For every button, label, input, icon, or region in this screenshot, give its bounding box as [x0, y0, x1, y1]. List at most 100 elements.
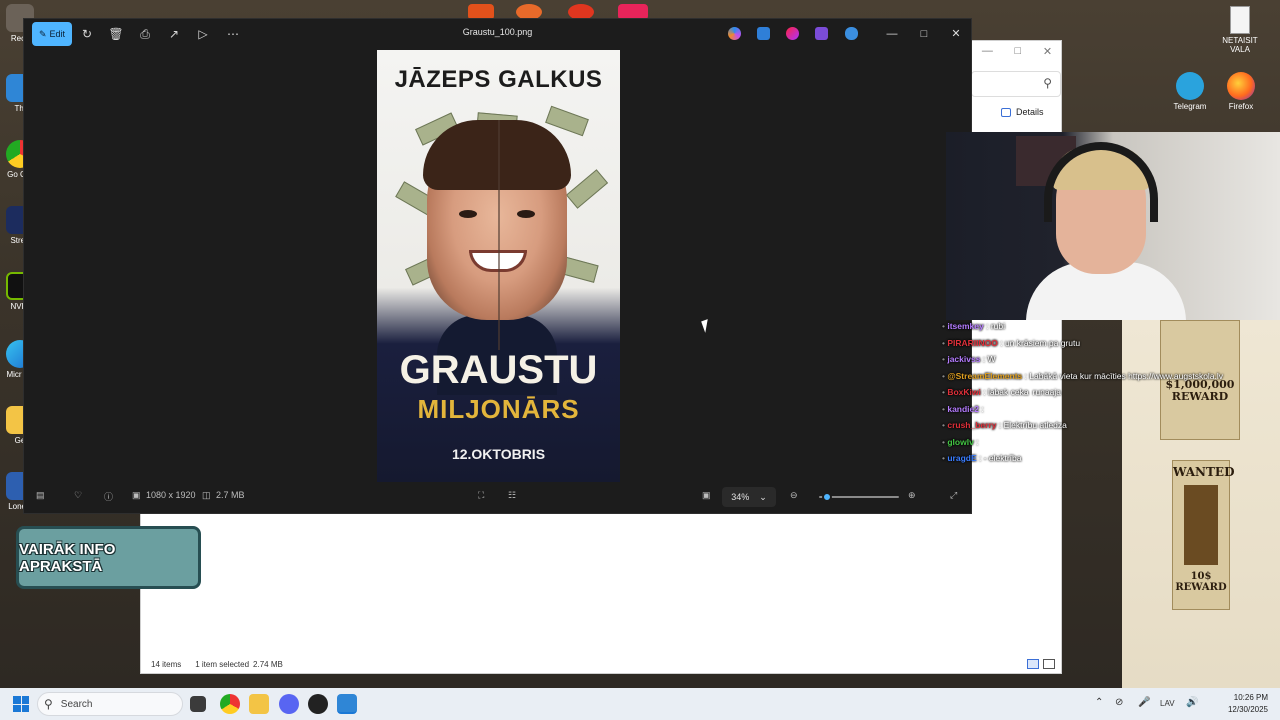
desktop-icon-label: NETAISIT VALA: [1222, 36, 1258, 54]
compare-icon[interactable]: ☷: [508, 490, 516, 501]
chat-text: : un krāsiem pa grutu: [997, 337, 1081, 348]
zoom-level: 34%: [731, 492, 750, 502]
selection-size: 2.74 MB: [253, 660, 283, 669]
explorer-status-bar: 14 items 1 item selected 2.74 MB: [151, 660, 283, 669]
chat-username: kandie2: [947, 403, 979, 414]
chat-message: • itsemkey : rubi: [942, 318, 1262, 335]
obs-icon[interactable]: [308, 694, 328, 714]
chrome-icon[interactable]: [220, 694, 240, 714]
photos-viewer-window[interactable]: ✎ Edit ↻ 🗑 ⎙ ↗ ▷ ⋯ Graustu_100.png — □ ✕…: [23, 18, 972, 514]
close-icon[interactable]: ✕: [1043, 45, 1052, 58]
firefox-icon: [1227, 72, 1255, 100]
zoom-level-dropdown[interactable]: 34% ⌄: [722, 487, 776, 507]
image-preview[interactable]: JĀZEPS GALKUS GRAUSTU MILJONĀRS 12.OKTOB…: [377, 50, 620, 482]
chat-username: itsemkey: [947, 321, 984, 331]
taskbar-search[interactable]: ⚲ Search: [37, 692, 183, 716]
maximize-icon[interactable]: □: [1015, 45, 1022, 57]
file-explorer-icon[interactable]: [249, 694, 269, 714]
microphone-icon[interactable]: 🎤: [1138, 697, 1150, 708]
close-icon[interactable]: ✕: [947, 25, 965, 43]
language-indicator[interactable]: LAV: [1160, 699, 1175, 708]
chat-username: BoxKiwi: [947, 387, 981, 397]
view-switcher: [1027, 659, 1055, 669]
chat-message: • glowlv :: [942, 434, 1262, 451]
telegram-icon: [1176, 72, 1204, 100]
desktop-icon-firefox[interactable]: Firefox: [1221, 72, 1261, 111]
discord-icon[interactable]: [279, 694, 299, 714]
desktop-icon-telegram[interactable]: Telegram: [1170, 72, 1210, 111]
details-label: Details: [1016, 107, 1044, 117]
desktop-icon-netaisit[interactable]: NETAISIT VALA: [1220, 6, 1260, 54]
chevron-up-icon[interactable]: ⌃: [1095, 697, 1103, 708]
time: 10:26 PM: [1233, 693, 1268, 702]
poster-date: 12.OKTOBRIS: [451, 446, 546, 462]
maximize-icon[interactable]: □: [915, 25, 933, 43]
chat-text: : Elektrību atledza: [996, 420, 1067, 430]
selection-count: 1 item selected: [195, 660, 250, 669]
minimize-icon[interactable]: —: [883, 25, 901, 43]
tiles-view-icon[interactable]: [1043, 659, 1055, 669]
task-view-icon[interactable]: [190, 696, 206, 712]
date: 12/30/2025: [1227, 705, 1268, 714]
photos-bottom-bar: ▤ ♡ ⓘ ▣ 1080 x 1920 ◫ 2.7 MB ⛶ ☷ ▣ 34% ⌄…: [24, 481, 971, 513]
details-view-icon[interactable]: [1027, 659, 1039, 669]
zoom-slider-thumb[interactable]: [822, 492, 832, 502]
chat-message: • BoxKiwi : labak ceka runaaja: [942, 384, 1262, 401]
chat-username: jackivss: [947, 354, 981, 364]
clock[interactable]: 10:26 PM 12/30/2025: [1228, 692, 1268, 716]
mouse-cursor: [701, 319, 712, 333]
chat-username: uragdE: [947, 453, 977, 463]
file-name: Graustu_100.png: [462, 27, 533, 37]
wanted-poster: WANTED 10$ REWARD: [1172, 460, 1234, 610]
info-badge-text: VAIRĀK INFO APRAKSTĀ: [19, 540, 116, 575]
actual-size-icon[interactable]: ▣: [702, 490, 711, 501]
explorer-window-controls: — □ ✕: [971, 41, 1063, 61]
clipchamp-icon[interactable]: [815, 27, 828, 40]
chat-text: : - elektrība: [976, 453, 1022, 463]
fullscreen-icon[interactable]: ⤢: [950, 490, 957, 501]
wanted-portrait: [1184, 485, 1218, 565]
money-bill: [565, 169, 609, 209]
wanted-reward: 10$ REWARD: [1175, 571, 1227, 593]
filmstrip-icon[interactable]: ▤: [36, 490, 45, 501]
poster-author: JĀZEPS GALKUS: [394, 66, 603, 93]
chat-message: • crush_berry : Elektrību atledza: [942, 417, 1262, 434]
money-bill: [545, 105, 589, 137]
details-button[interactable]: Details: [1001, 107, 1044, 117]
item-count: 14 items: [151, 660, 182, 669]
zoom-out-icon[interactable]: ⊖: [790, 490, 798, 501]
search-icon: ⚲: [1043, 76, 1052, 90]
paint-icon[interactable]: [786, 27, 799, 40]
fit-to-window-icon[interactable]: ⛶: [478, 490, 484, 501]
search-placeholder: Search: [60, 698, 93, 710]
network-icon[interactable]: ⊘: [1115, 697, 1123, 708]
hair: [423, 120, 571, 190]
chat-text: :: [973, 436, 979, 447]
volume-icon[interactable]: 🔊: [1186, 697, 1198, 708]
details-pane-icon: [1001, 107, 1011, 117]
chat-username: glowlv: [947, 436, 974, 447]
zoom-in-icon[interactable]: ⊕: [908, 490, 916, 501]
chat-username: PIRARIINOO: [947, 337, 998, 348]
explorer-search-box[interactable]: ⚲: [971, 71, 1061, 97]
poster-title: GRAUSTU: [399, 348, 598, 392]
chat-message: • PIRARIINOO : un krāsiem pa grutu: [942, 335, 1262, 352]
poster-subtitle: MILJONĀRS: [417, 394, 580, 424]
photos-icon[interactable]: [337, 694, 357, 714]
minimize-icon[interactable]: —: [982, 45, 993, 57]
chat-extra: runaaja: [1032, 387, 1061, 397]
favorite-icon[interactable]: ♡: [74, 490, 82, 501]
chat-text: :: [979, 403, 984, 414]
dimensions-icon: ▣: [132, 490, 141, 500]
stream-chat: • itsemkey : rubi • PIRARIINOO : un krāsi…: [942, 318, 1262, 467]
image-dimensions: 1080 x 1920: [146, 490, 196, 500]
start-button[interactable]: [13, 696, 29, 712]
info-badge: VAIRĀK INFO APRAKSTĀ: [16, 526, 201, 589]
onedrive-icon[interactable]: [845, 27, 858, 40]
info-icon[interactable]: ⓘ: [104, 490, 113, 503]
copilot-icon[interactable]: [728, 27, 741, 40]
chevron-down-icon: ⌄: [759, 491, 767, 502]
webcam-overlay: [946, 132, 1280, 320]
designer-icon[interactable]: [757, 27, 770, 40]
chat-username: crush_berry: [947, 420, 997, 430]
